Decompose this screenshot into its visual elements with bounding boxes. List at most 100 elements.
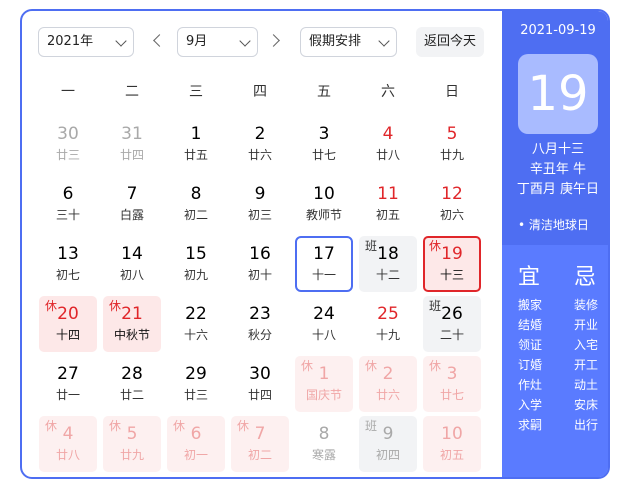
day-cell[interactable]: 8 初二: [167, 176, 225, 232]
weekday-label: 三: [189, 84, 203, 100]
day-cell[interactable]: 28 廿二: [103, 356, 161, 412]
day-cell[interactable]: 17 十一: [295, 236, 353, 292]
day-number: 13: [57, 244, 79, 264]
day-cell[interactable]: 3 廿七: [295, 116, 353, 172]
day-cell[interactable]: 休 5 廿九: [103, 416, 161, 472]
day-number: 16: [249, 244, 271, 264]
day-cell[interactable]: 休 3 廿七: [423, 356, 481, 412]
lunar-label: 廿七: [311, 148, 336, 162]
day-cell[interactable]: 23 秋分: [231, 296, 289, 352]
lunar-label: 十九: [375, 328, 400, 342]
lunar-label: 廿八: [55, 448, 80, 462]
weekday-label: 五: [317, 84, 331, 100]
ji-title: 忌: [574, 265, 597, 290]
day-cell[interactable]: 11 初五: [359, 176, 417, 232]
lunar-label: 二十: [439, 328, 464, 342]
day-cell[interactable]: 休 6 初一: [167, 416, 225, 472]
lunar-label: 廿九: [119, 448, 144, 462]
day-cell[interactable]: 30 廿三: [39, 116, 97, 172]
day-cell[interactable]: 休 21 中秋节: [103, 296, 161, 352]
day-number: 10: [313, 184, 335, 204]
back-to-today-button[interactable]: 返回今天: [416, 27, 484, 57]
ji-item: 安床: [574, 398, 599, 412]
day-cell[interactable]: 16 初十: [231, 236, 289, 292]
day-number: 24: [313, 304, 335, 324]
lunar-label: 十四: [55, 328, 80, 342]
day-number: 1: [190, 124, 202, 144]
day-cell[interactable]: 休 19 十三: [423, 236, 481, 292]
prev-month-icon[interactable]: [153, 34, 166, 47]
lunar-label: 廿四: [119, 148, 144, 162]
yi-item: 求嗣: [518, 418, 543, 432]
day-cell[interactable]: 5 廿九: [423, 116, 481, 172]
day-cell[interactable]: 2 廿六: [231, 116, 289, 172]
day-cell[interactable]: 24 十八: [295, 296, 353, 352]
day-cell[interactable]: 班 9 初四: [359, 416, 417, 472]
day-cell[interactable]: 31 廿四: [103, 116, 161, 172]
day-cell[interactable]: 25 十九: [359, 296, 417, 352]
lunar-label: 初十: [247, 268, 272, 282]
day-number: 26: [441, 304, 463, 324]
day-cell[interactable]: 班 26 二十: [423, 296, 481, 352]
ganzhi-year: 辛丑年 牛: [529, 162, 587, 177]
day-cell[interactable]: 13 初七: [39, 236, 97, 292]
day-number: 7: [126, 184, 138, 204]
lunar-date: 八月十三: [531, 142, 584, 157]
day-cell[interactable]: 15 初九: [167, 236, 225, 292]
day-cell[interactable]: 9 初三: [231, 176, 289, 232]
day-cell[interactable]: 1 廿五: [167, 116, 225, 172]
day-cell[interactable]: 6 三十: [39, 176, 97, 232]
lunar-label: 初五: [375, 208, 400, 222]
holiday-select-value: 假期安排: [309, 34, 362, 49]
yi-item: 搬家: [518, 298, 543, 312]
day-cell[interactable]: 27 廿一: [39, 356, 97, 412]
ji-item: 入宅: [574, 338, 599, 352]
day-cell[interactable]: 7 白露: [103, 176, 161, 232]
yi-item: 作灶: [518, 378, 543, 392]
day-cell[interactable]: 班 18 十二: [359, 236, 417, 292]
ji-item: 出行: [574, 418, 599, 432]
yi-title: 宜: [518, 265, 541, 290]
day-number: 6: [190, 424, 202, 444]
lunar-label: 廿七: [439, 388, 464, 402]
ji-item: 装修: [574, 298, 599, 312]
day-cell[interactable]: 30 廿四: [231, 356, 289, 412]
calendar-grid-panel: 2021年 9月 假期安排 返回今天 一二三四五六日 30 廿三 31 廿四 1 廿五 2 廿…: [22, 11, 502, 477]
lunar-label: 十一: [311, 268, 336, 282]
day-detail-panel: 2021-09-19 19 八月十三 辛丑年 牛 丁酉月 庚午日 • 清洁地球日…: [502, 11, 608, 477]
day-number: 3: [318, 124, 330, 144]
lunar-label: 国庆节: [305, 388, 342, 402]
day-cell[interactable]: 12 初六: [423, 176, 481, 232]
next-month-icon[interactable]: [267, 34, 280, 47]
day-cell[interactable]: 14 初八: [103, 236, 161, 292]
year-select[interactable]: 2021年: [38, 27, 134, 57]
day-number: 7: [254, 424, 266, 444]
lunar-label: 初四: [375, 448, 400, 462]
festival-label: • 清洁地球日: [518, 218, 589, 232]
day-cell[interactable]: 休 2 廿六: [359, 356, 417, 412]
lunar-label: 廿一: [55, 388, 80, 402]
day-cell[interactable]: 10 教师节: [295, 176, 353, 232]
holiday-select[interactable]: 假期安排: [300, 27, 397, 57]
lunar-label: 初八: [119, 268, 144, 282]
ji-item: 开业: [574, 318, 599, 332]
lunar-label: 教师节: [305, 208, 342, 222]
month-select[interactable]: 9月: [177, 27, 258, 57]
day-cell[interactable]: 休 1 国庆节: [295, 356, 353, 412]
lunar-label: 初九: [183, 268, 208, 282]
lunar-label: 初三: [247, 208, 272, 222]
day-number: 10: [441, 424, 463, 444]
yi-item: 领证: [518, 338, 543, 352]
day-cell[interactable]: 休 4 廿八: [39, 416, 97, 472]
ji-item: 开工: [574, 358, 599, 372]
day-number: 5: [126, 424, 138, 444]
day-number: 23: [249, 304, 271, 324]
day-cell[interactable]: 休 7 初二: [231, 416, 289, 472]
day-cell[interactable]: 10 初五: [423, 416, 481, 472]
day-cell[interactable]: 休 20 十四: [39, 296, 97, 352]
day-cell[interactable]: 22 十六: [167, 296, 225, 352]
day-cell[interactable]: 4 廿八: [359, 116, 417, 172]
lunar-label: 廿三: [183, 388, 208, 402]
day-cell[interactable]: 8 寒露: [295, 416, 353, 472]
day-cell[interactable]: 29 廿三: [167, 356, 225, 412]
